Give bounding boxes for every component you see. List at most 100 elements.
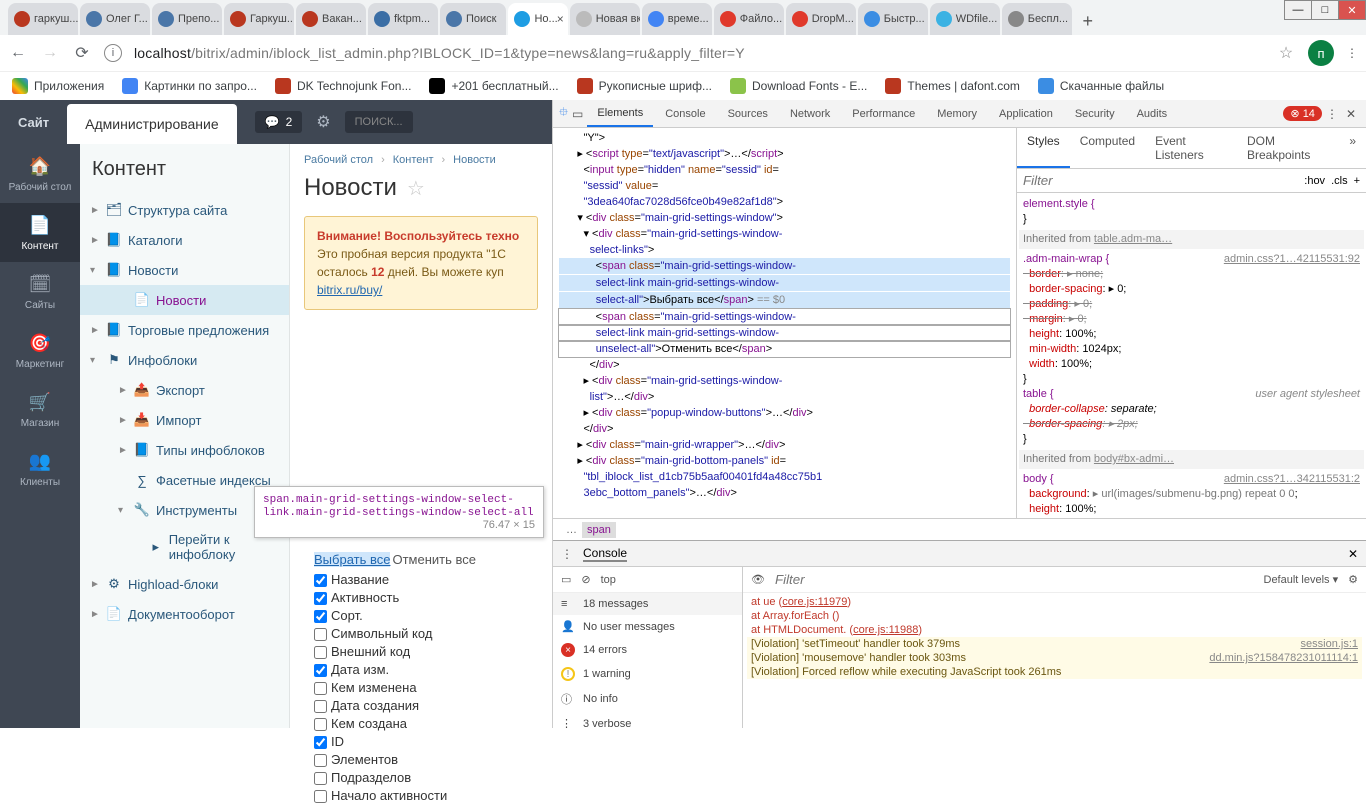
- column-option[interactable]: ID: [314, 733, 476, 751]
- browser-menu-icon[interactable]: ⋮: [1346, 46, 1358, 60]
- bookmark-item[interactable]: Рукописные шриф...: [577, 78, 712, 94]
- unselect-all-link[interactable]: Отменить все: [392, 552, 476, 567]
- styles-subtab[interactable]: DOM Breakpoints: [1237, 128, 1339, 168]
- rail-item[interactable]: 📄Контент: [0, 203, 80, 262]
- eye-icon[interactable]: 👁: [751, 573, 765, 586]
- column-option[interactable]: Символьный код: [314, 625, 476, 643]
- rail-item[interactable]: 🗓Сайты: [0, 262, 80, 321]
- tab-site[interactable]: Сайт: [0, 100, 67, 144]
- back-icon[interactable]: ←: [8, 44, 28, 62]
- breadcrumb-item[interactable]: Контент: [393, 154, 434, 166]
- tree-item[interactable]: ▾⚑Инфоблоки: [80, 345, 289, 375]
- bookmark-item[interactable]: Картинки по запро...: [122, 78, 257, 94]
- forward-icon[interactable]: →: [40, 44, 60, 62]
- breadcrumb-item[interactable]: Рабочий стол: [304, 154, 373, 166]
- column-option[interactable]: Название: [314, 571, 476, 589]
- favorite-star-icon[interactable]: ☆: [407, 176, 425, 201]
- column-option[interactable]: Элементов: [314, 751, 476, 769]
- new-tab-button[interactable]: +: [1074, 7, 1102, 35]
- browser-tab[interactable]: Новая вкл...: [570, 3, 640, 35]
- console-log-line[interactable]: [Violation] Forced reflow while executin…: [747, 665, 1362, 679]
- tree-item[interactable]: ►📘Типы инфоблоков: [80, 435, 289, 465]
- address-bar[interactable]: localhost/bitrix/admin/iblock_list_admin…: [134, 45, 1264, 61]
- rail-item[interactable]: 👥Клиенты: [0, 439, 80, 498]
- context-select[interactable]: top: [601, 574, 616, 586]
- styles-subtab[interactable]: Event Listeners: [1145, 128, 1237, 168]
- devtools-tab[interactable]: Security: [1065, 101, 1125, 127]
- browser-tab[interactable]: Вакан...: [296, 3, 366, 35]
- column-option[interactable]: Сорт.: [314, 607, 476, 625]
- console-filter-row[interactable]: ×14 errors: [553, 638, 742, 662]
- column-option[interactable]: Начало активности: [314, 787, 476, 805]
- site-info-icon[interactable]: i: [104, 44, 122, 62]
- cls-toggle[interactable]: .cls: [1331, 175, 1348, 187]
- bookmark-item[interactable]: +201 бесплатный...: [429, 78, 558, 94]
- console-filter-input[interactable]: [775, 572, 1254, 587]
- console-filter-row[interactable]: ⋮3 verbose: [553, 712, 742, 728]
- devtools-tab[interactable]: Sources: [718, 101, 778, 127]
- bookmark-star-icon[interactable]: ☆: [1276, 43, 1296, 63]
- clear-console-icon[interactable]: ⊘: [581, 573, 590, 586]
- sidebar-toggle-icon[interactable]: ▭: [561, 573, 571, 586]
- tree-item[interactable]: ►📘Каталоги: [80, 225, 289, 255]
- devtools-tab[interactable]: Console: [655, 101, 715, 127]
- devtools-tab[interactable]: Audits: [1127, 101, 1178, 127]
- device-icon[interactable]: ▭: [572, 107, 583, 121]
- console-filter-row[interactable]: !1 warning: [553, 662, 742, 686]
- elements-tree[interactable]: "Y"> ▸ <script type="text/javascript">…<…: [553, 128, 1016, 518]
- tab-admin[interactable]: Администрирование: [67, 104, 237, 144]
- console-log-line[interactable]: session.js:1[Violation] 'setTimeout' han…: [747, 637, 1362, 651]
- notification-badge[interactable]: 💬2: [255, 111, 303, 133]
- devtools-tab[interactable]: Elements: [587, 101, 653, 127]
- buy-link[interactable]: bitrix.ru/buy/: [317, 283, 382, 297]
- browser-tab[interactable]: време...: [642, 3, 712, 35]
- breadcrumb-item[interactable]: Новости: [453, 154, 496, 166]
- console-settings-icon[interactable]: ⚙: [1348, 573, 1358, 586]
- rail-item[interactable]: 🎯Маркетинг: [0, 321, 80, 380]
- styles-subtab[interactable]: Computed: [1070, 128, 1145, 168]
- console-log-line[interactable]: dd.min.js?158478231011114:1[Violation] '…: [747, 651, 1362, 665]
- styles-subtab[interactable]: Styles: [1017, 128, 1070, 168]
- console-log-line[interactable]: at HTMLDocument. (core.js:11988): [747, 623, 1362, 637]
- tree-item[interactable]: ►🗂Структура сайта: [80, 195, 289, 225]
- browser-tab[interactable]: Гаркуш...: [224, 3, 294, 35]
- window-minimize[interactable]: —: [1284, 0, 1312, 20]
- tree-item[interactable]: ►📤Экспорт: [80, 375, 289, 405]
- tree-item[interactable]: ►⚙Highload-блоки: [80, 569, 289, 599]
- rail-item[interactable]: 🛒Магазин: [0, 380, 80, 439]
- levels-select[interactable]: Default levels ▾: [1264, 573, 1339, 586]
- styles-filter-input[interactable]: [1023, 173, 1298, 188]
- console-log-line[interactable]: at Array.forEach (): [747, 609, 1362, 623]
- column-option[interactable]: Дата создания: [314, 697, 476, 715]
- console-filter-row[interactable]: ≡18 messages: [553, 593, 742, 615]
- browser-tab[interactable]: DropM...: [786, 3, 856, 35]
- column-option[interactable]: Подразделов: [314, 769, 476, 787]
- tree-item[interactable]: 📄Новости: [80, 285, 289, 315]
- column-option[interactable]: Активность: [314, 589, 476, 607]
- tree-item[interactable]: ►📥Импорт: [80, 405, 289, 435]
- browser-tab[interactable]: Поиск: [440, 3, 506, 35]
- window-close[interactable]: ✕: [1338, 0, 1366, 20]
- browser-tab[interactable]: Файло...: [714, 3, 784, 35]
- error-count-badge[interactable]: ⊗ 14: [1283, 106, 1322, 121]
- settings-gear-icon[interactable]: ⚙: [316, 112, 330, 132]
- tree-item[interactable]: ►📘Торговые предложения: [80, 315, 289, 345]
- console-filter-row[interactable]: 👤No user messages: [553, 615, 742, 638]
- console-log[interactable]: at ue (core.js:11979) at Array.forEach (…: [743, 593, 1366, 728]
- column-option[interactable]: Внешний код: [314, 643, 476, 661]
- add-rule-icon[interactable]: +: [1354, 175, 1360, 187]
- browser-tab[interactable]: Быстр...: [858, 3, 928, 35]
- console-log-line[interactable]: at ue (core.js:11979): [747, 595, 1362, 609]
- browser-tab[interactable]: Препо...: [152, 3, 222, 35]
- profile-avatar[interactable]: п: [1308, 40, 1334, 66]
- styles-body[interactable]: element.style { } Inherited from table.a…: [1017, 193, 1366, 518]
- browser-tab[interactable]: Но...×: [508, 3, 567, 35]
- tree-item[interactable]: ►📄Документооборот: [80, 599, 289, 629]
- column-option[interactable]: Дата изм.: [314, 661, 476, 679]
- browser-tab[interactable]: fktpm...: [368, 3, 438, 35]
- elements-breadcrumb[interactable]: …span: [553, 518, 1366, 540]
- devtools-tab[interactable]: Application: [989, 101, 1063, 127]
- apps-shortcut[interactable]: Приложения: [12, 78, 104, 94]
- tree-item[interactable]: ▾📘Новости: [80, 255, 289, 285]
- devtools-tab[interactable]: Performance: [842, 101, 925, 127]
